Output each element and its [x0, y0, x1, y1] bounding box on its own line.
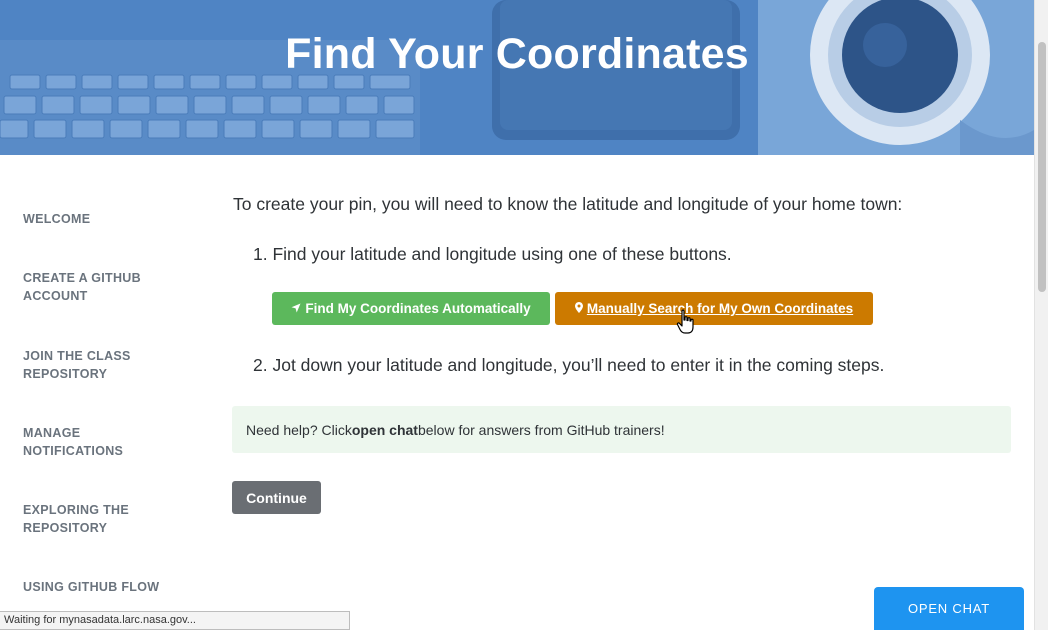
find-coordinates-automatically-label: Find My Coordinates Automatically	[305, 301, 531, 316]
location-arrow-icon	[291, 302, 301, 316]
help-suffix: below for answers from GitHub trainers!	[417, 421, 665, 438]
manually-search-coordinates-button[interactable]: Manually Search for My Own Coordinates	[555, 292, 873, 325]
map-pin-icon	[574, 301, 583, 316]
sidebar-item-join-class-repository[interactable]: JOIN THE CLASS REPOSITORY	[23, 347, 143, 383]
manually-search-coordinates-label: Manually Search for My Own Coordinates	[586, 301, 854, 316]
step-one-text: 1. Find your latitude and longitude usin…	[253, 244, 732, 264]
intro-text: To create your pin, you will need to kno…	[233, 194, 903, 214]
sidebar-item-using-github-flow[interactable]: USING GITHUB FLOW	[23, 578, 183, 596]
browser-status-bar: Waiting for mynasadata.larc.nasa.gov...	[0, 611, 350, 630]
page: Find Your Coordinates WELCOME CREATE A G…	[0, 0, 1048, 630]
find-coordinates-automatically-button[interactable]: Find My Coordinates Automatically	[272, 292, 550, 325]
continue-button[interactable]: Continue	[232, 481, 321, 514]
sidebar-item-welcome[interactable]: WELCOME	[23, 210, 183, 228]
hand-cursor-icon	[676, 309, 694, 334]
step-two-text: 2. Jot down your latitude and longitude,…	[253, 355, 885, 375]
page-title: Find Your Coordinates	[285, 30, 749, 78]
scrollbar-thumb[interactable]	[1038, 42, 1046, 292]
help-open-chat-text: open chat	[351, 421, 418, 438]
sidebar-item-manage-notifications[interactable]: MANAGE NOTIFICATIONS	[23, 424, 143, 460]
hero-banner: Find Your Coordinates	[0, 0, 1034, 155]
open-chat-button[interactable]: OPEN CHAT	[874, 587, 1024, 630]
help-callout: Need help? Click open chat below for ans…	[232, 406, 1011, 453]
page-scrollbar[interactable]	[1034, 0, 1048, 630]
sidebar-item-exploring-repository[interactable]: EXPLORING THE REPOSITORY	[23, 501, 143, 537]
help-prefix: Need help? Click	[246, 421, 352, 438]
sidebar-item-create-github-account[interactable]: CREATE A GITHUB ACCOUNT	[23, 269, 153, 305]
